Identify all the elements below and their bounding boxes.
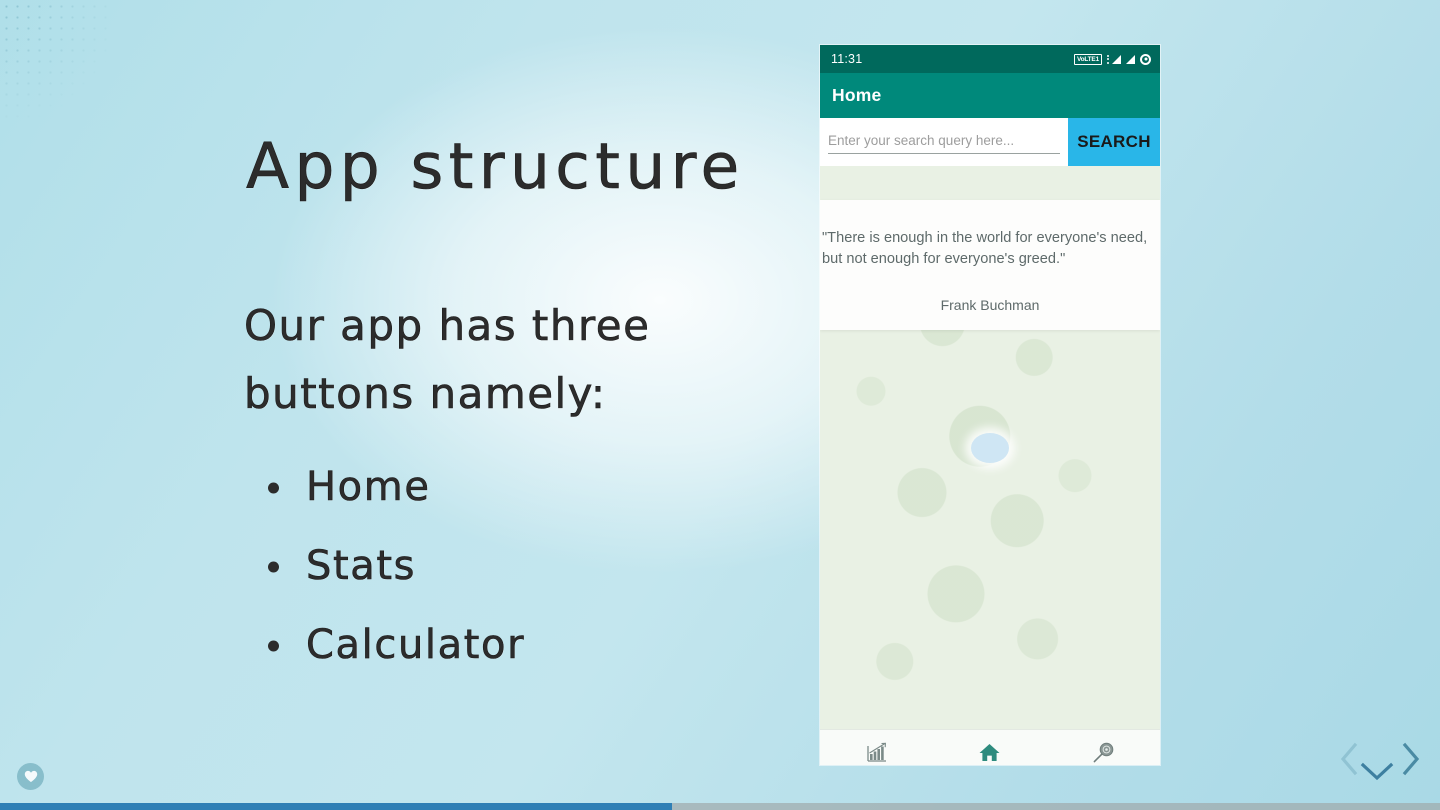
bar-chart-icon — [866, 741, 888, 764]
home-icon — [978, 741, 1001, 764]
battery-circle-icon — [1140, 53, 1151, 65]
status-clock: 11:31 — [831, 52, 863, 66]
list-item-label: Calculator — [306, 622, 526, 669]
quote-card: "There is enough in the world for everyo… — [820, 200, 1160, 330]
phone-app-bar: Home — [820, 73, 1160, 118]
bullet-dot-icon — [268, 561, 279, 573]
phone-screenshot: 11:31 VoLTE1 Home SEARCH — [820, 45, 1160, 765]
list-item: Calculator — [268, 606, 525, 685]
search-button[interactable]: SEARCH — [1068, 118, 1160, 166]
quote-author: Frank Buchman — [940, 297, 1040, 314]
bullet-list: Home Stats Calculator — [268, 448, 525, 686]
bullet-dot-icon — [268, 640, 279, 652]
phone-status-bar: 11:31 VoLTE1 — [820, 45, 1160, 73]
slide-text-column: App structure Our app has three buttons … — [0, 0, 810, 810]
list-item-label: Stats — [306, 543, 417, 590]
list-item: Home — [268, 448, 525, 527]
signal-icon — [1126, 54, 1135, 64]
slide-progress-track[interactable] — [0, 803, 1440, 810]
app-bar-title: Home — [832, 85, 882, 105]
slide-lead-text: Our app has three buttons namely: — [244, 301, 651, 419]
bullet-dot-icon — [268, 482, 279, 494]
dots-indicator-icon — [1107, 54, 1109, 64]
heart-icon — [24, 770, 37, 782]
chevron-left-icon[interactable] — [1338, 742, 1360, 781]
signal-crossed-icon — [1112, 54, 1121, 64]
slide-navigation-arrows — [1324, 734, 1430, 794]
status-icon-group: VoLTE1 — [1073, 53, 1151, 65]
volte-badge-icon: VoLTE1 — [1073, 53, 1102, 65]
magnifier-icon — [1092, 741, 1115, 764]
phone-content-area: "There is enough in the world for everyo… — [820, 166, 1160, 729]
nav-item-home[interactable]: Home — [933, 741, 1046, 765]
list-item-label: Home — [306, 464, 431, 511]
nav-item-stats[interactable]: Stats — [820, 741, 933, 765]
slide-progress-fill — [0, 803, 673, 810]
search-input[interactable] — [828, 130, 1060, 154]
quote-text: "There is enough in the world for everyo… — [822, 230, 1148, 267]
heart-badge-button[interactable] — [17, 763, 44, 790]
chevron-right-icon[interactable] — [1400, 742, 1422, 781]
center-orb-decoration — [971, 432, 1009, 463]
page-title: App structure — [246, 130, 745, 203]
search-bar: SEARCH — [820, 118, 1160, 166]
phone-bottom-nav: Stats Home — [820, 729, 1160, 765]
slide-canvas: App structure Our app has three buttons … — [0, 0, 1440, 810]
chevron-down-icon[interactable] — [1359, 760, 1395, 789]
list-item: Stats — [268, 527, 525, 606]
nav-item-calculator[interactable]: Calculator — [1047, 741, 1160, 765]
search-input-wrapper[interactable] — [820, 118, 1068, 166]
